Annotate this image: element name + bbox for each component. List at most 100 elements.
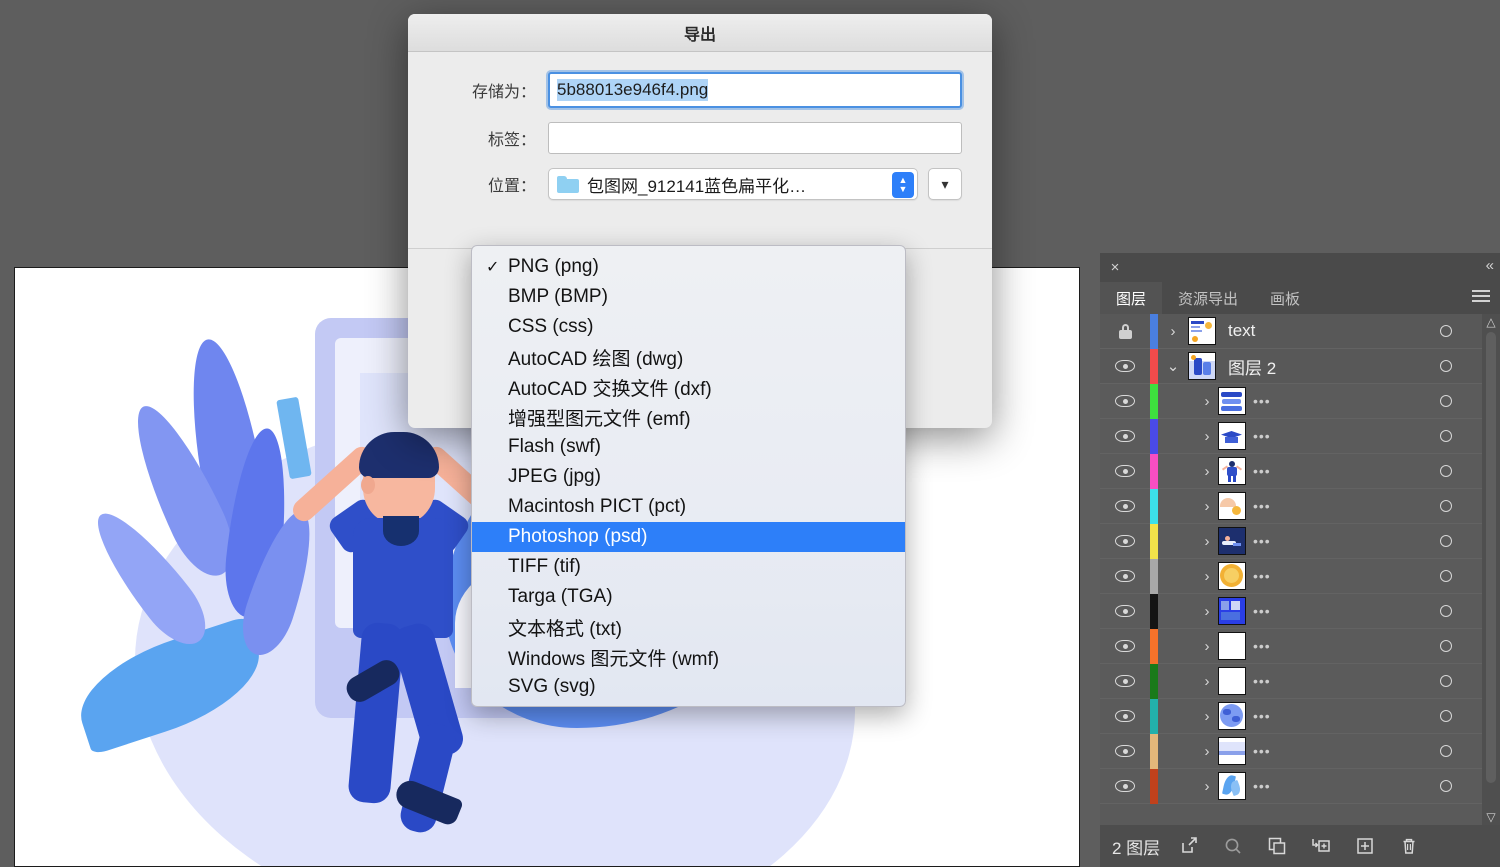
visibility-eye-icon[interactable] xyxy=(1100,675,1150,687)
layer-row[interactable]: › ••• xyxy=(1100,383,1500,419)
format-menu-item[interactable]: 文本格式 (txt) xyxy=(472,612,905,642)
layer-row[interactable]: › text xyxy=(1100,314,1500,349)
layer-target-circle[interactable] xyxy=(1440,395,1452,407)
format-menu-item[interactable]: CSS (css) xyxy=(472,312,905,342)
chevron-right-icon[interactable]: › xyxy=(1196,708,1218,725)
visibility-eye-icon[interactable] xyxy=(1100,430,1150,442)
layer-ellipsis: ••• xyxy=(1253,778,1271,794)
layer-row[interactable]: › ••• xyxy=(1100,418,1500,454)
layer-ellipsis: ••• xyxy=(1253,568,1271,584)
layer-target-circle[interactable] xyxy=(1440,465,1452,477)
lock-icon[interactable] xyxy=(1100,323,1150,339)
layer-target-circle[interactable] xyxy=(1440,640,1452,652)
visibility-eye-icon[interactable] xyxy=(1100,570,1150,582)
format-menu-item[interactable]: 增强型图元文件 (emf) xyxy=(472,402,905,432)
chevron-right-icon[interactable]: › xyxy=(1196,463,1218,480)
layer-thumbnail xyxy=(1218,772,1246,800)
layer-scrollbar[interactable]: △ ▽ xyxy=(1482,314,1500,825)
chevron-right-icon[interactable]: › xyxy=(1196,673,1218,690)
export-selection-icon[interactable] xyxy=(1174,831,1204,861)
visibility-eye-icon[interactable] xyxy=(1100,780,1150,792)
layer-list[interactable]: › text ⌄ 图层 2 › ••• › ••• › ••• › ••• › ••• › ••• › ••• › •… xyxy=(1100,314,1500,825)
format-menu-item[interactable]: Windows 图元文件 (wmf) xyxy=(472,642,905,672)
visibility-eye-icon[interactable] xyxy=(1100,745,1150,757)
location-combobox[interactable]: 包图网_912141蓝色扁平化… ▲ ▼ xyxy=(548,168,918,200)
layer-target-circle[interactable] xyxy=(1440,430,1452,442)
expand-browser-button[interactable]: ▾ xyxy=(928,168,962,200)
layer-row[interactable]: › ••• xyxy=(1100,523,1500,559)
visibility-eye-icon[interactable] xyxy=(1100,360,1150,372)
layer-row[interactable]: ⌄ 图层 2 xyxy=(1100,348,1500,384)
tab-layers[interactable]: 图层 xyxy=(1100,282,1163,314)
chevron-right-icon[interactable]: › xyxy=(1158,323,1188,340)
layer-row[interactable]: › ••• xyxy=(1100,733,1500,769)
chevron-right-icon[interactable]: › xyxy=(1196,428,1218,445)
format-menu-item[interactable]: Photoshop (psd) xyxy=(472,522,905,552)
collapse-panel-icon[interactable]: « xyxy=(1486,257,1494,274)
format-menu-item[interactable]: Flash (swf) xyxy=(472,432,905,462)
format-menu-item[interactable]: Targa (TGA) xyxy=(472,582,905,612)
layer-target-circle[interactable] xyxy=(1440,780,1452,792)
chevron-right-icon[interactable]: › xyxy=(1196,533,1218,550)
layer-row[interactable]: › ••• xyxy=(1100,698,1500,734)
save-as-input[interactable]: 5b88013e946f4.png xyxy=(548,72,962,108)
hamburger-icon[interactable] xyxy=(1472,290,1490,304)
layer-target-circle[interactable] xyxy=(1440,535,1452,547)
format-menu-item[interactable]: SVG (svg) xyxy=(472,672,905,702)
tab-asset-export[interactable]: 资源导出 xyxy=(1162,282,1255,314)
layer-row[interactable]: › ••• xyxy=(1100,663,1500,699)
chevron-right-icon[interactable]: › xyxy=(1196,778,1218,795)
delete-layer-icon[interactable] xyxy=(1394,831,1424,861)
merge-sublayer-icon[interactable] xyxy=(1306,831,1336,861)
layer-color-swatch xyxy=(1150,523,1158,559)
new-layer-icon[interactable] xyxy=(1350,831,1380,861)
layer-row[interactable]: › ••• xyxy=(1100,558,1500,594)
stepper-icon[interactable]: ▲ ▼ xyxy=(892,172,914,198)
tab-artboards[interactable]: 画板 xyxy=(1254,282,1317,314)
layer-row[interactable]: › ••• xyxy=(1100,628,1500,664)
layer-thumbnail xyxy=(1218,422,1246,450)
visibility-eye-icon[interactable] xyxy=(1100,500,1150,512)
layer-row[interactable]: › ••• xyxy=(1100,593,1500,629)
layer-target-circle[interactable] xyxy=(1440,605,1452,617)
format-menu-item[interactable]: ✓ PNG (png) xyxy=(472,252,905,282)
visibility-eye-icon[interactable] xyxy=(1100,395,1150,407)
chevron-right-icon[interactable]: › xyxy=(1196,498,1218,515)
layer-target-circle[interactable] xyxy=(1440,570,1452,582)
format-menu-item-label: 文本格式 (txt) xyxy=(508,618,622,640)
scroll-up-icon[interactable]: △ xyxy=(1482,314,1500,330)
chevron-right-icon[interactable]: › xyxy=(1196,603,1218,620)
scroll-down-icon[interactable]: ▽ xyxy=(1482,809,1500,825)
layer-target-circle[interactable] xyxy=(1440,360,1452,372)
visibility-eye-icon[interactable] xyxy=(1100,710,1150,722)
layer-target-circle[interactable] xyxy=(1440,325,1452,337)
layer-target-circle[interactable] xyxy=(1440,500,1452,512)
chevron-right-icon[interactable]: › xyxy=(1196,393,1218,410)
visibility-eye-icon[interactable] xyxy=(1100,640,1150,652)
format-menu-item[interactable]: TIFF (tif) xyxy=(472,552,905,582)
chevron-right-icon[interactable]: › xyxy=(1196,638,1218,655)
close-icon[interactable]: × xyxy=(1106,258,1124,276)
format-menu-item[interactable]: BMP (BMP) xyxy=(472,282,905,312)
scrollbar-thumb[interactable] xyxy=(1486,332,1496,783)
locate-object-icon[interactable] xyxy=(1218,831,1248,861)
visibility-eye-icon[interactable] xyxy=(1100,605,1150,617)
chevron-right-icon[interactable]: › xyxy=(1196,743,1218,760)
layer-row[interactable]: › ••• xyxy=(1100,453,1500,489)
format-menu-item[interactable]: JPEG (jpg) xyxy=(472,462,905,492)
layer-row[interactable]: › ••• xyxy=(1100,768,1500,804)
format-menu-item[interactable]: Macintosh PICT (pct) xyxy=(472,492,905,522)
format-menu-item[interactable]: AutoCAD 绘图 (dwg) xyxy=(472,342,905,372)
layer-target-circle[interactable] xyxy=(1440,710,1452,722)
chevron-right-icon[interactable]: › xyxy=(1196,568,1218,585)
layer-row[interactable]: › ••• xyxy=(1100,488,1500,524)
layer-target-circle[interactable] xyxy=(1440,675,1452,687)
chevron-down-icon[interactable]: ⌄ xyxy=(1158,357,1188,375)
format-popup-menu[interactable]: ✓ PNG (png) BMP (BMP) CSS (css) AutoCAD 绘图 (… xyxy=(471,245,906,707)
duplicate-layer-icon[interactable] xyxy=(1262,831,1292,861)
layer-target-circle[interactable] xyxy=(1440,745,1452,757)
visibility-eye-icon[interactable] xyxy=(1100,535,1150,547)
tags-input[interactable] xyxy=(548,122,962,154)
visibility-eye-icon[interactable] xyxy=(1100,465,1150,477)
format-menu-item[interactable]: AutoCAD 交换文件 (dxf) xyxy=(472,372,905,402)
